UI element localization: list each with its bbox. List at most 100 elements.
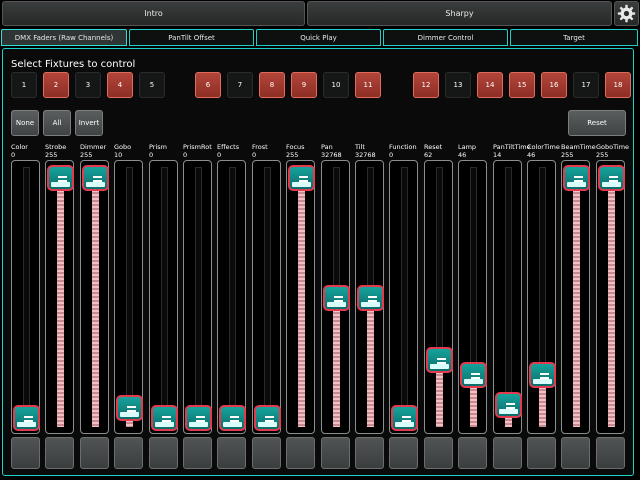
channel-button-reset[interactable]: [424, 437, 453, 469]
fixture-button-18[interactable]: 18: [605, 72, 631, 98]
fader-frost[interactable]: [252, 160, 281, 434]
channel-name: PrismRot: [183, 143, 212, 151]
channel-button-lamp[interactable]: [458, 437, 487, 469]
fader-gobotime[interactable]: [596, 160, 625, 434]
fader-handle[interactable]: [357, 285, 384, 311]
fader-beamtime[interactable]: [561, 160, 590, 434]
handle-grip: [540, 373, 549, 375]
fader-handle[interactable]: [598, 165, 625, 191]
handle-grip: [162, 416, 171, 418]
fader-handle[interactable]: [426, 347, 453, 373]
tab-pantilt-offset[interactable]: PanTilt Offset: [129, 29, 254, 46]
handle-grip: [265, 416, 274, 418]
fixture-button-9[interactable]: 9: [291, 72, 317, 98]
fader-handle[interactable]: [563, 165, 590, 191]
fader-function[interactable]: [389, 160, 418, 434]
fader-handle[interactable]: [116, 395, 143, 421]
channel-button-dimmer[interactable]: [80, 437, 109, 469]
channel-button-prism[interactable]: [149, 437, 178, 469]
tab-dimmer-control[interactable]: Dimmer Control: [383, 29, 508, 46]
fixture-button-3[interactable]: 3: [75, 72, 101, 98]
fixture-button-5[interactable]: 5: [139, 72, 165, 98]
fixture-button-15[interactable]: 15: [509, 72, 535, 98]
fixture-button-11[interactable]: 11: [355, 72, 381, 98]
fader-groove: [126, 167, 133, 427]
channel-button-strobe[interactable]: [45, 437, 74, 469]
fixture-button-6[interactable]: 6: [195, 72, 221, 98]
channel-button-focus[interactable]: [286, 437, 315, 469]
channel-button-frost[interactable]: [252, 437, 281, 469]
channel-button-gobotime[interactable]: [596, 437, 625, 469]
channel-name: Dimmer: [80, 143, 107, 151]
tab-target[interactable]: Target: [510, 29, 638, 46]
channel-button-pantilttime[interactable]: [493, 437, 522, 469]
channel-button-effects[interactable]: [217, 437, 246, 469]
fixture-button-2[interactable]: 2: [43, 72, 69, 98]
fader-level-fill: [298, 178, 305, 427]
fader-gobo[interactable]: [114, 160, 143, 434]
fader-handle[interactable]: [151, 405, 178, 431]
invert-selection-button[interactable]: Invert: [75, 110, 103, 136]
channel-label-lamp: Lamp 46: [458, 143, 476, 159]
fixture-button-8[interactable]: 8: [259, 72, 285, 98]
fixture-button-10[interactable]: 10: [323, 72, 349, 98]
fader-handle[interactable]: [13, 405, 40, 431]
fixture-button-14[interactable]: 14: [477, 72, 503, 98]
channel-button-function[interactable]: [389, 437, 418, 469]
tab-sharpy[interactable]: Sharpy: [307, 1, 612, 26]
fixture-label: 3: [85, 81, 91, 89]
select-none-button[interactable]: None: [11, 110, 39, 136]
fader-handle[interactable]: [529, 362, 556, 388]
fader-handle[interactable]: [323, 285, 350, 311]
channel-button-colortime[interactable]: [527, 437, 556, 469]
fader-prism[interactable]: [149, 160, 178, 434]
select-all-button[interactable]: All: [43, 110, 71, 136]
fader-dimmer[interactable]: [80, 160, 109, 434]
fader-handle[interactable]: [288, 165, 315, 191]
fader-pan[interactable]: [321, 160, 350, 434]
fixture-button-4[interactable]: 4: [107, 72, 133, 98]
handle-grip: [437, 358, 446, 360]
handle-grip: [574, 176, 583, 178]
fixture-label: 2: [53, 81, 59, 89]
channel-button-color[interactable]: [11, 437, 40, 469]
fader-handle[interactable]: [47, 165, 74, 191]
tab-quick-play[interactable]: Quick Play: [256, 29, 381, 46]
fader-handle[interactable]: [185, 405, 212, 431]
reset-button[interactable]: Reset: [568, 110, 626, 136]
fixture-button-16[interactable]: 16: [541, 72, 567, 98]
handle-grip: [609, 176, 618, 178]
fader-prismrot[interactable]: [183, 160, 212, 434]
fixture-button-1[interactable]: 1: [11, 72, 37, 98]
fader-pantilttime[interactable]: [493, 160, 522, 434]
fader-effects[interactable]: [217, 160, 246, 434]
fader-color[interactable]: [11, 160, 40, 434]
fader-strobe[interactable]: [45, 160, 74, 434]
fader-focus[interactable]: [286, 160, 315, 434]
tab-dmx-faders[interactable]: DMX Faders (Raw Channels): [1, 29, 127, 46]
channel-button-tilt[interactable]: [355, 437, 384, 469]
channel-button-prismrot[interactable]: [183, 437, 212, 469]
channel-button-gobo[interactable]: [114, 437, 143, 469]
fader-reset[interactable]: [424, 160, 453, 434]
tab-intro[interactable]: Intro: [2, 1, 305, 26]
channel-button-beamtime[interactable]: [561, 437, 590, 469]
fixture-button-17[interactable]: 17: [573, 72, 599, 98]
fader-colortime[interactable]: [527, 160, 556, 434]
fader-handle[interactable]: [391, 405, 418, 431]
fixture-button-12[interactable]: 12: [413, 72, 439, 98]
fixture-button-13[interactable]: 13: [445, 72, 471, 98]
channel-button-pan[interactable]: [321, 437, 350, 469]
fader-handle[interactable]: [254, 405, 281, 431]
channel-name: Reset: [424, 143, 443, 151]
fader-handle[interactable]: [219, 405, 246, 431]
handle-grip: [230, 416, 239, 418]
fader-handle[interactable]: [495, 392, 522, 418]
fader-handle[interactable]: [82, 165, 109, 191]
fixture-button-7[interactable]: 7: [227, 72, 253, 98]
fixture-label: 9: [301, 81, 307, 89]
fader-tilt[interactable]: [355, 160, 384, 434]
fader-handle[interactable]: [460, 362, 487, 388]
settings-button[interactable]: [614, 1, 639, 26]
fader-lamp[interactable]: [458, 160, 487, 434]
